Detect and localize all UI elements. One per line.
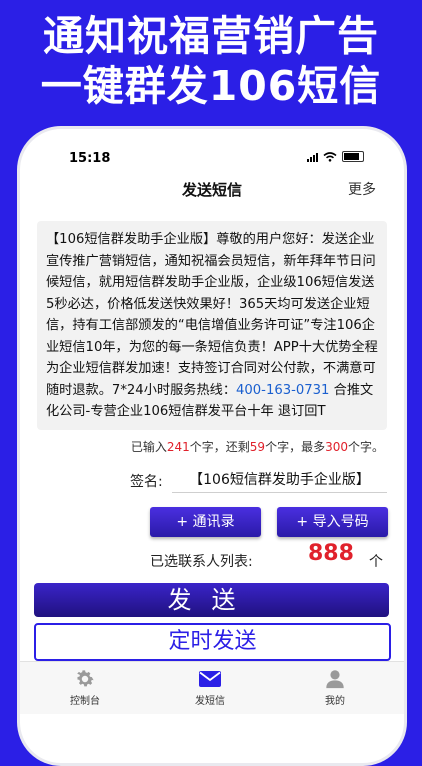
message-textarea[interactable]: 【106短信群发助手企业版】尊敬的用户您好：发送企业宣传推广营销短信，通知祝福会…: [37, 221, 387, 430]
signature-field[interactable]: 【106短信群发助手企业版】: [172, 469, 387, 493]
counter-text: 个字。: [347, 440, 384, 454]
battery-icon: [342, 151, 364, 162]
selected-contacts-unit: 个: [369, 554, 383, 570]
status-time: 15:18: [69, 151, 111, 166]
page-title: 发送短信: [181, 181, 242, 199]
max-count: 300: [325, 440, 348, 454]
remaining-count: 59: [249, 440, 266, 454]
person-icon: [326, 670, 344, 689]
counter-text: 个字，还剩: [189, 440, 250, 454]
tab-bar: 控制台 发短信 我的: [20, 661, 404, 714]
send-button[interactable]: 发送: [34, 583, 389, 617]
typed-count: 241: [166, 440, 190, 454]
signature-label: 签名:: [130, 474, 163, 490]
selected-contacts-count: 888: [308, 541, 354, 566]
contacts-button[interactable]: + 通讯录: [150, 507, 261, 537]
promo-headline-2: 一键群发106短信: [40, 62, 382, 110]
tab-profile[interactable]: 我的: [295, 668, 375, 707]
status-icons: [307, 151, 364, 162]
char-counter: 已输入241个字，还剩59个字，最多300个字。: [131, 438, 384, 455]
tab-console-label: 控制台: [70, 696, 100, 707]
selected-contacts-label: 已选联系人列表:: [150, 554, 253, 570]
message-text: 【106短信群发助手企业版】尊敬的用户您好：发送企业宣传推广营销短信，通知祝福会…: [46, 232, 378, 398]
signal-icon: [307, 152, 318, 162]
mail-icon: [199, 671, 221, 687]
tab-profile-label: 我的: [325, 696, 345, 707]
timed-send-button[interactable]: 定时发送: [34, 623, 391, 661]
gear-icon: [77, 670, 94, 687]
counter-text: 个字，最多: [265, 440, 326, 454]
hotline-number[interactable]: 400-163-0731: [236, 383, 329, 398]
promo-headline-1: 通知祝福营销广告: [43, 12, 379, 60]
tab-console[interactable]: 控制台: [45, 668, 125, 707]
status-bar: 15:18: [20, 129, 404, 169]
import-numbers-button[interactable]: + 导入号码: [277, 507, 388, 537]
tab-send-sms[interactable]: 发短信: [170, 668, 250, 707]
tab-send-sms-label: 发短信: [195, 696, 225, 707]
more-button[interactable]: 更多: [348, 179, 376, 199]
counter-text: 已输入: [130, 440, 167, 454]
wifi-icon: [323, 151, 337, 162]
phone-frame: 15:18 发送短信 更多 【106短信群发助手企业版】尊敬的用户您好：发送企业…: [17, 126, 407, 766]
nav-bar: 发送短信 更多: [20, 175, 404, 205]
